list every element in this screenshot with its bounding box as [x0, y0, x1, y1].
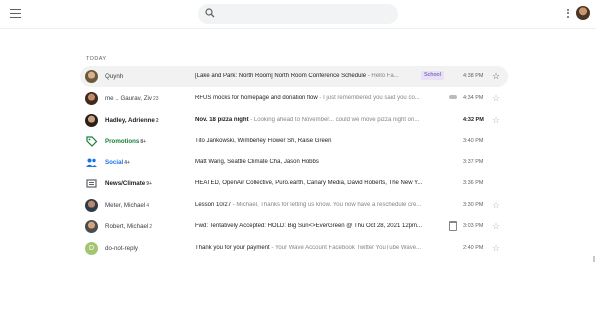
email-row[interactable]: Robert, Michael2 Fwd: Tentatively Accept…	[80, 216, 508, 237]
avatar	[85, 114, 98, 127]
avatar	[85, 70, 98, 83]
sender: Quynh	[105, 73, 124, 80]
timestamp: 4:34 PM	[463, 95, 484, 101]
header-divider	[0, 28, 596, 29]
avatar	[85, 199, 98, 212]
sender: News/Climate9+	[105, 180, 152, 187]
email-line: Matt Wang, Seattle Climate Cha, Jason Ho…	[195, 159, 319, 165]
sender: Hadley, Adrienne2	[105, 117, 159, 124]
email-line: [Lake and Park: North Room] North Room C…	[195, 73, 399, 79]
timestamp: 3:03 PM	[463, 223, 484, 229]
email-row[interactable]: D do-not-reply Thank you for your paymen…	[80, 238, 508, 259]
sender: Promotions8+	[105, 138, 147, 145]
newspaper-icon	[85, 177, 98, 190]
email-line: Tito Jankowski, Wimberley Flower Sh, Rai…	[195, 138, 332, 144]
sender: Meter, Michael4	[105, 202, 150, 209]
email-line: Nov. 18 pizza night - Looking ahead to N…	[195, 117, 420, 123]
search-bar[interactable]	[198, 4, 398, 24]
search-input[interactable]	[222, 6, 391, 24]
tag-icon	[85, 135, 98, 148]
account-avatar[interactable]	[576, 6, 590, 20]
sender: Robert, Michael2	[105, 223, 153, 230]
email-row[interactable]: Quynh [Lake and Park: North Room] North …	[80, 66, 508, 87]
star-icon[interactable]: ☆	[492, 199, 500, 211]
calendar-icon	[449, 221, 457, 231]
timestamp: 3:40 PM	[463, 138, 484, 144]
more-vert-icon[interactable]	[566, 9, 570, 19]
scrollbar[interactable]	[593, 256, 595, 262]
email-row[interactable]: Meter, Michael4 Lesson 10/27 - Michael, …	[80, 195, 508, 216]
hamburger-menu-icon[interactable]	[10, 9, 21, 18]
search-icon	[205, 8, 215, 18]
sender: do-not-reply	[105, 245, 139, 252]
section-label-today: TODAY	[86, 56, 107, 62]
email-line: HEATED, OpenAir Collective, Puro.earth, …	[195, 180, 423, 186]
timestamp: 4:32 PM	[463, 117, 484, 123]
timestamp: 4:38 PM	[463, 73, 484, 79]
star-icon[interactable]: ☆	[492, 242, 500, 254]
label-chip[interactable]: School	[421, 71, 444, 80]
avatar	[85, 92, 98, 105]
email-row[interactable]: Hadley, Adrienne2 Nov. 18 pizza night - …	[80, 110, 508, 131]
timestamp: 3:37 PM	[463, 159, 484, 165]
avatar: D	[85, 242, 98, 255]
timestamp: 3:36 PM	[463, 180, 484, 186]
star-icon[interactable]: ☆	[492, 70, 500, 82]
email-row-news[interactable]: News/Climate9+ HEATED, OpenAir Collectiv…	[80, 173, 508, 194]
attachment-icon	[449, 95, 457, 99]
email-row-social[interactable]: Social4+ Matt Wang, Seattle Climate Cha,…	[80, 152, 508, 173]
email-line: Lesson 10/27 - Michael, Thanks for letti…	[195, 202, 422, 208]
star-icon[interactable]: ☆	[492, 220, 500, 232]
avatar	[85, 220, 98, 233]
timestamp: 3:30 PM	[463, 202, 484, 208]
top-bar	[0, 0, 596, 28]
email-row-promotions[interactable]: Promotions8+ Tito Jankowski, Wimberley F…	[80, 131, 508, 152]
email-line: Thank you for your payment - Your Wave A…	[195, 245, 422, 251]
timestamp: 2:40 PM	[463, 245, 484, 251]
sender: me .. Gaurav, Ziv23	[105, 95, 159, 102]
sender: Social4+	[105, 159, 130, 166]
email-line: Fwd: Tentatively Accepted: HOLD: Big Sun…	[195, 223, 422, 229]
star-icon[interactable]: ☆	[492, 114, 500, 126]
star-icon[interactable]: ☆	[492, 92, 500, 104]
email-row[interactable]: me .. Gaurav, Ziv23 RFUS mocks for homep…	[80, 88, 508, 109]
email-line: RFUS mocks for homepage and donation flo…	[195, 95, 420, 101]
people-icon	[85, 156, 98, 169]
